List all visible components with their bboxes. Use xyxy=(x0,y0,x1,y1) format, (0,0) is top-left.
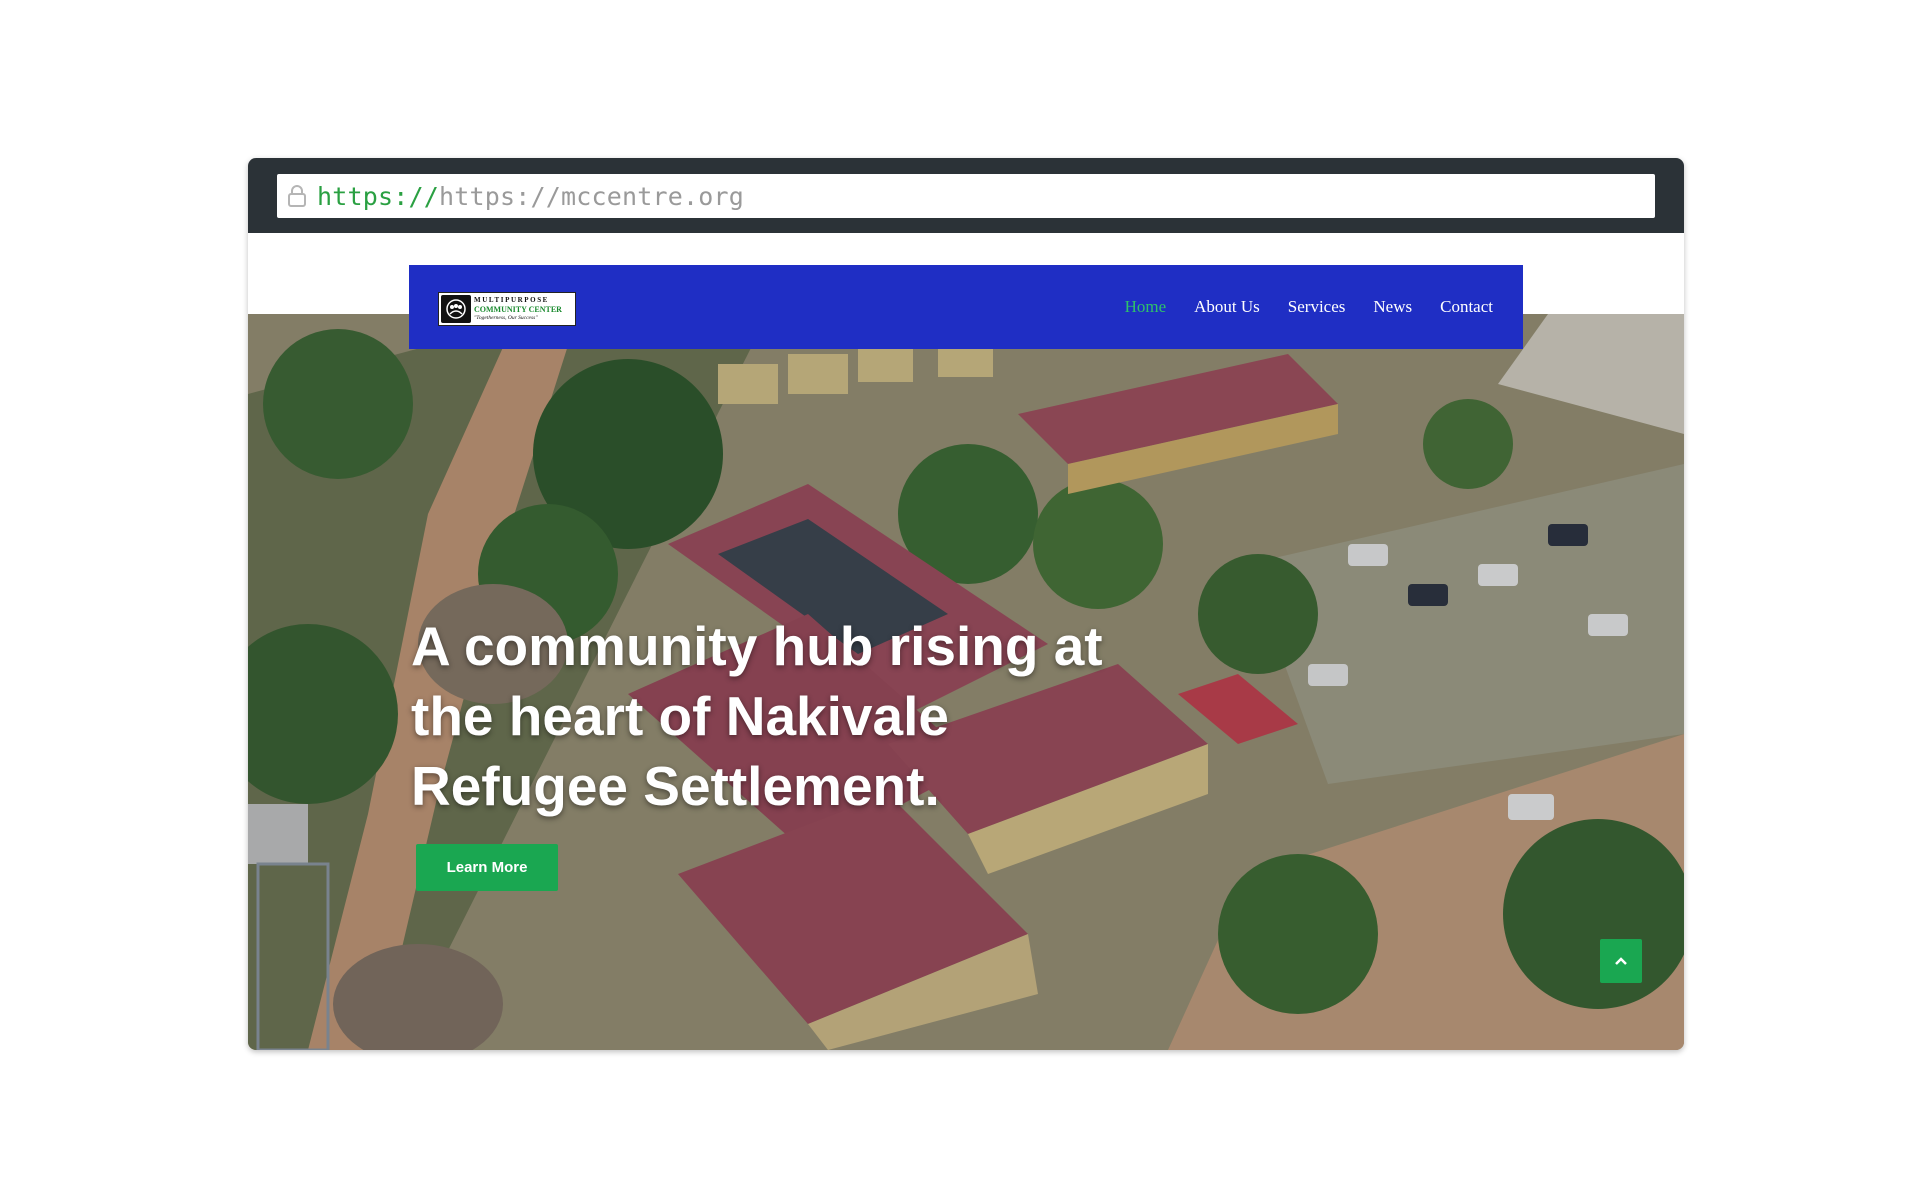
nav-item-services[interactable]: Services xyxy=(1288,297,1346,317)
address-bar[interactable]: https://https://mccentre.org xyxy=(277,174,1655,218)
nav-item-home[interactable]: Home xyxy=(1125,297,1167,317)
learn-more-button[interactable]: Learn More xyxy=(416,844,558,891)
site-logo[interactable]: MULTIPURPOSE COMMUNITY CENTER "Togethern… xyxy=(438,292,576,326)
hero-headline-line-1: A community hub rising at xyxy=(411,615,1103,677)
nav-item-contact[interactable]: Contact xyxy=(1440,297,1493,317)
web-page: MULTIPURPOSE COMMUNITY CENTER "Togethern… xyxy=(248,233,1684,1050)
logo-tagline: "Togetherness, Our Success" xyxy=(474,314,538,321)
site-navbar: MULTIPURPOSE COMMUNITY CENTER "Togethern… xyxy=(409,265,1523,349)
logo-emblem-icon xyxy=(441,295,471,323)
url-address: https://mccentre.org xyxy=(439,181,745,211)
hero-headline-line-3: Refugee Settlement. xyxy=(411,755,940,817)
url-text[interactable]: https://https://mccentre.org xyxy=(317,182,744,211)
logo-line-2: COMMUNITY CENTER xyxy=(474,304,562,314)
lock-icon xyxy=(277,174,317,218)
back-to-top-button[interactable] xyxy=(1600,939,1642,983)
hero-headline: A community hub rising at the heart of Na… xyxy=(411,611,1191,821)
hero-headline-line-2: the heart of Nakivale xyxy=(411,685,949,747)
url-scheme: https:// xyxy=(317,181,440,211)
logo-line-1: MULTIPURPOSE xyxy=(474,295,549,304)
chevron-up-icon xyxy=(1615,957,1627,965)
logo-text: MULTIPURPOSE COMMUNITY CENTER "Togethern… xyxy=(474,295,562,322)
browser-toolbar: https://https://mccentre.org xyxy=(248,158,1684,233)
nav-item-about-us[interactable]: About Us xyxy=(1194,297,1260,317)
browser-window: https://https://mccentre.org MULTIPURPOS… xyxy=(248,158,1684,1050)
nav-item-news[interactable]: News xyxy=(1373,297,1412,317)
nav-menu: Home About Us Services News Contact xyxy=(1125,265,1493,349)
